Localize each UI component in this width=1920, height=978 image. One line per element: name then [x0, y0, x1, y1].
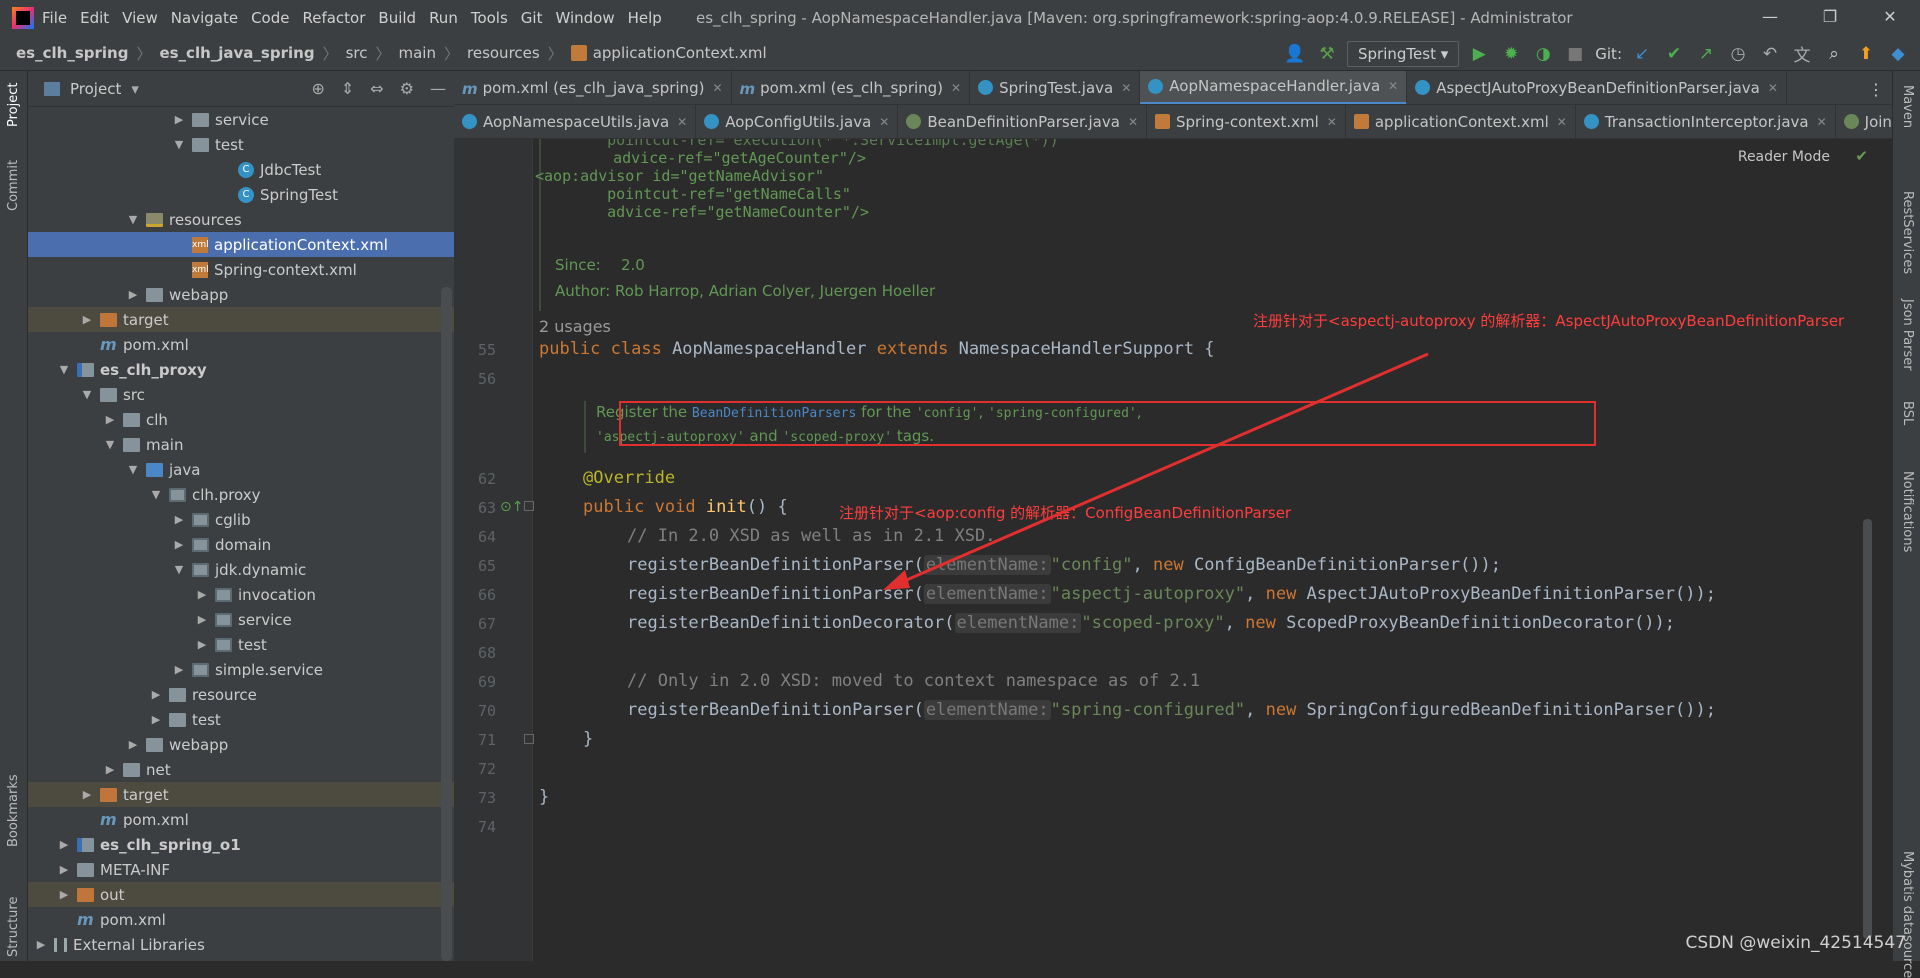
watermark: CSDN @weixin_42514547: [1685, 933, 1906, 953]
arrow-line: [895, 354, 1428, 585]
arrow-head: [883, 570, 910, 590]
annotation-arrow: [0, 0, 1920, 961]
